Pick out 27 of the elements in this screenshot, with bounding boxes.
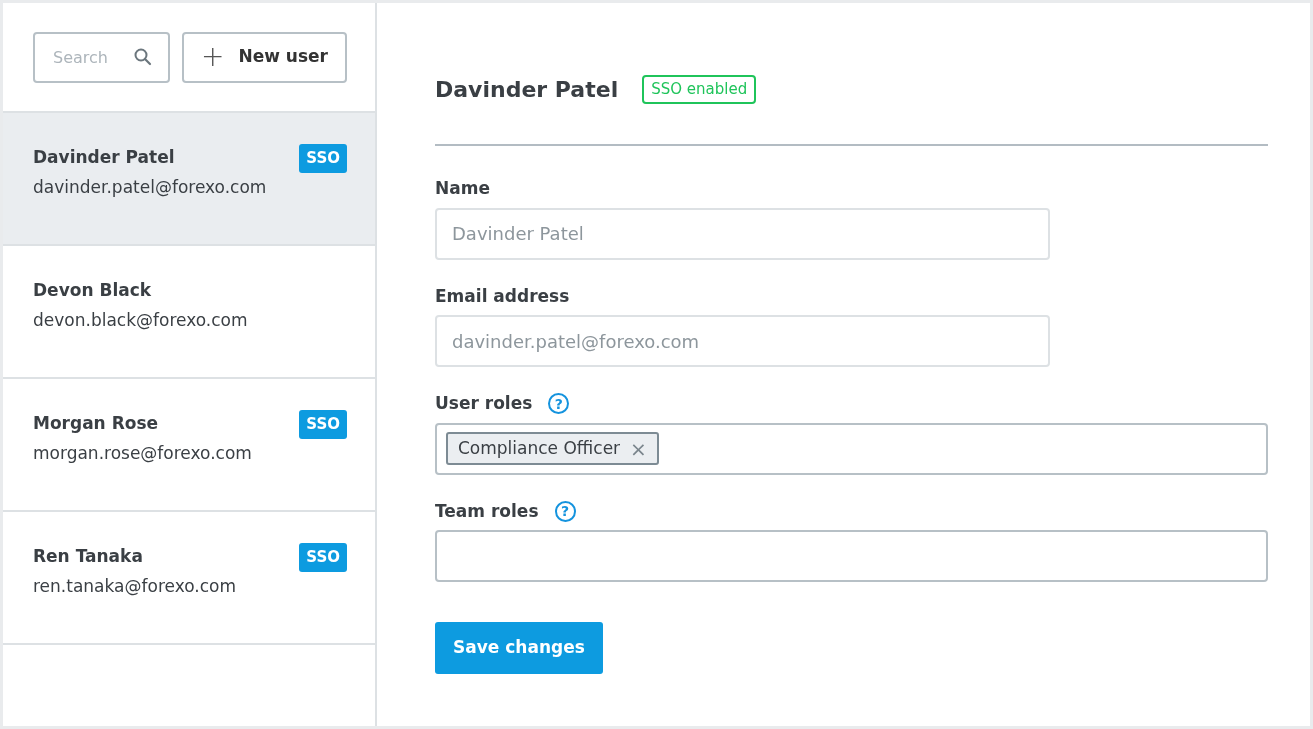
user-name: Davinder Patel (33, 146, 175, 169)
user-email: morgan.rose@forexo.com (33, 441, 253, 465)
user-title: Davinder Patel (435, 76, 619, 104)
search-icon (134, 47, 152, 66)
user-list-item[interactable]: Morgan Rose morgan.rose@forexo.com SSO (3, 379, 375, 512)
field-label: Name (435, 177, 490, 200)
new-user-button[interactable]: + New user (182, 31, 347, 83)
field-label: Email address (435, 284, 570, 308)
field-label: User roles (435, 392, 533, 415)
user-name: Ren Tanaka (33, 545, 143, 568)
user-list-item[interactable]: Davinder Patel davinder.patel@forexo.com SSO (3, 113, 375, 246)
user-list-item[interactable]: Devon Black devon.black@forexo.com (3, 246, 375, 379)
user-name: Morgan Rose (33, 412, 159, 435)
role-tag: Compliance Officer × (446, 431, 659, 466)
sso-badge: SSO (299, 144, 347, 173)
user-email: devon.black@forexo.com (33, 308, 249, 332)
search-field[interactable]: Search (33, 31, 170, 83)
sso-badge: SSO (299, 543, 347, 572)
sso-badge: SSO (299, 410, 347, 439)
user-name: Devon Black (33, 279, 152, 302)
user-list-item[interactable]: Ren Tanaka ren.tanaka@forexo.com SSO (3, 512, 375, 645)
tag-input-field[interactable]: Compliance Officer × (435, 422, 1268, 475)
user-email: davinder.patel@forexo.com (33, 175, 268, 199)
tag-input-field[interactable] (435, 530, 1268, 582)
field-label: Team roles (435, 499, 539, 523)
sso-enabled-badge: SSO enabled (642, 75, 757, 104)
user-email: ren.tanaka@forexo.com (33, 574, 237, 598)
